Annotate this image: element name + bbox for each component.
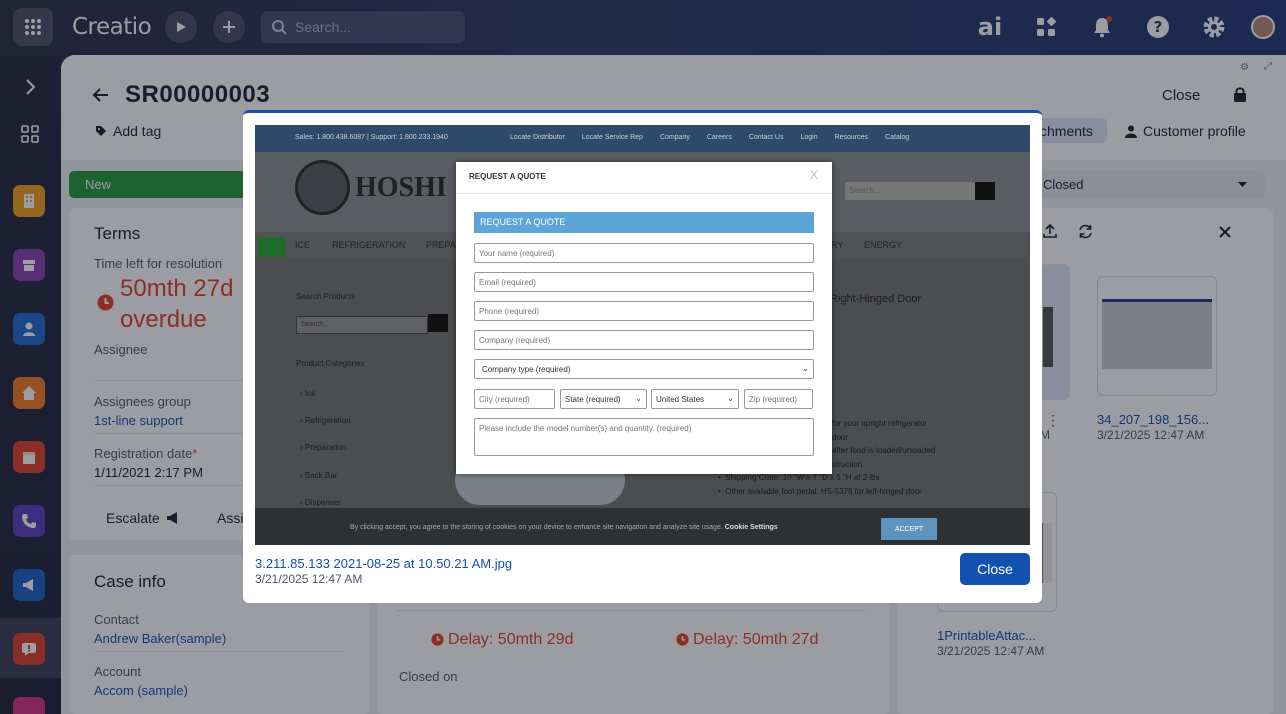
quote-city-field: City (required): [474, 389, 555, 409]
site-product-search: Search...: [296, 316, 428, 334]
site-feature: Shipping Crate: 10 "W x 7 "D x 5 "H at 2…: [725, 473, 880, 482]
site-feature: after food is loaded/unloaded: [832, 446, 936, 455]
site-search-icon: [975, 182, 995, 200]
site-link: Login: [800, 134, 818, 141]
select-chevron-icon: ⌄: [727, 394, 734, 403]
hoshizaki-logo: [295, 160, 350, 215]
viewer-close-button[interactable]: Close: [960, 553, 1030, 585]
site-menu-item: ENERGY: [864, 240, 903, 250]
site-category: › Dispenser: [300, 498, 341, 507]
site-product-categories: Product Categories: [296, 359, 365, 368]
site-category: › Refrigeration: [300, 416, 351, 425]
quote-company-type-label: Company type (required): [482, 365, 571, 374]
quote-company-type-select: Company type (required) ⌄: [474, 359, 814, 379]
site-category: › Back Bar: [300, 471, 338, 480]
site-contact: Sales: 1.800.438.6087 | Support: 1.800.2…: [295, 134, 448, 141]
site-category-label: Refrigeration: [304, 416, 351, 425]
quote-email-field: Email (required): [474, 272, 814, 292]
quote-zip-field: Zip (required): [744, 389, 813, 409]
select-chevron-icon: ⌄: [635, 394, 642, 403]
quote-country-select: United States ⌄: [651, 389, 739, 409]
site-features: for your upright refrigerator door after…: [832, 417, 935, 471]
site-category-label: Back Bar: [304, 471, 338, 480]
site-search-products: Search Products: [296, 292, 356, 301]
site-menu-item: RY: [831, 240, 844, 250]
site-category-label: Preparation: [304, 443, 347, 452]
site-product-title: Right-Hinged Door: [830, 293, 922, 305]
site-product-search-icon: [428, 314, 448, 332]
quote-message-field: Please include the model number(s) and q…: [474, 418, 814, 456]
site-feature: for your upright refrigerator: [832, 419, 928, 428]
site-category-label: Ice: [304, 389, 316, 398]
attachment-preview-image: Sales: 1.800.438.6087 | Support: 1.800.2…: [255, 125, 1030, 545]
site-brand: HOSHI: [355, 172, 447, 203]
site-feature: door: [832, 432, 849, 442]
site-link: Locate Service Rep: [581, 134, 643, 141]
site-link: Catalog: [885, 134, 910, 141]
site-link: Locate Distributor: [510, 134, 565, 141]
site-link: Company: [659, 134, 690, 141]
site-link: Resources: [834, 134, 869, 141]
quote-state-label: State (required): [565, 395, 621, 404]
site-feature: Other available foot pedal: HS-5378 for …: [725, 487, 922, 496]
site-cookie-text: By clicking accept, you agree to the sto…: [350, 524, 778, 531]
site-category-label: Dispenser: [304, 498, 341, 507]
quote-banner: REQUEST A QUOTE: [474, 212, 814, 233]
quote-phone-field: Phone (required): [474, 301, 814, 321]
quote-name-field: Your name (required): [474, 243, 814, 263]
site-cookie-settings: Cookie Settings: [724, 524, 778, 531]
site-menu-item: REFRIGERATION: [332, 240, 406, 250]
quote-divider: [456, 193, 832, 194]
site-features-more: • Shipping Crate: 10 "W x 7 "D x 5 "H at…: [718, 473, 922, 496]
site-accept-button: ACCEPT: [881, 518, 937, 540]
site-top-links: Locate Distributor Locate Service Rep Co…: [510, 134, 909, 141]
site-category: › Preparation: [300, 443, 347, 452]
quote-title: REQUEST A QUOTE: [469, 172, 546, 181]
site-menu-item: ICE: [295, 240, 311, 250]
site-cookie-message: By clicking accept, you agree to the sto…: [350, 524, 723, 531]
quote-state-select: State (required) ⌄: [560, 389, 647, 409]
site-category: › Ice: [300, 389, 316, 398]
site-menu-item: PREPA: [426, 240, 456, 250]
site-feature: struction: [832, 459, 863, 469]
quote-company-field: Company (required): [474, 330, 814, 350]
viewer-file-name[interactable]: 3.211.85.133 2021-08-25 at 10.50.21 AM.j…: [255, 556, 512, 571]
site-link: Careers: [706, 134, 732, 141]
select-chevron-icon: ⌄: [802, 364, 809, 373]
site-search-input: Search...: [845, 182, 975, 200]
site-link: Contact Us: [748, 134, 784, 141]
quote-country-label: United States: [656, 395, 705, 404]
quote-close-icon: X: [810, 168, 819, 182]
viewer-file-date: 3/21/2025 12:47 AM: [255, 572, 363, 586]
